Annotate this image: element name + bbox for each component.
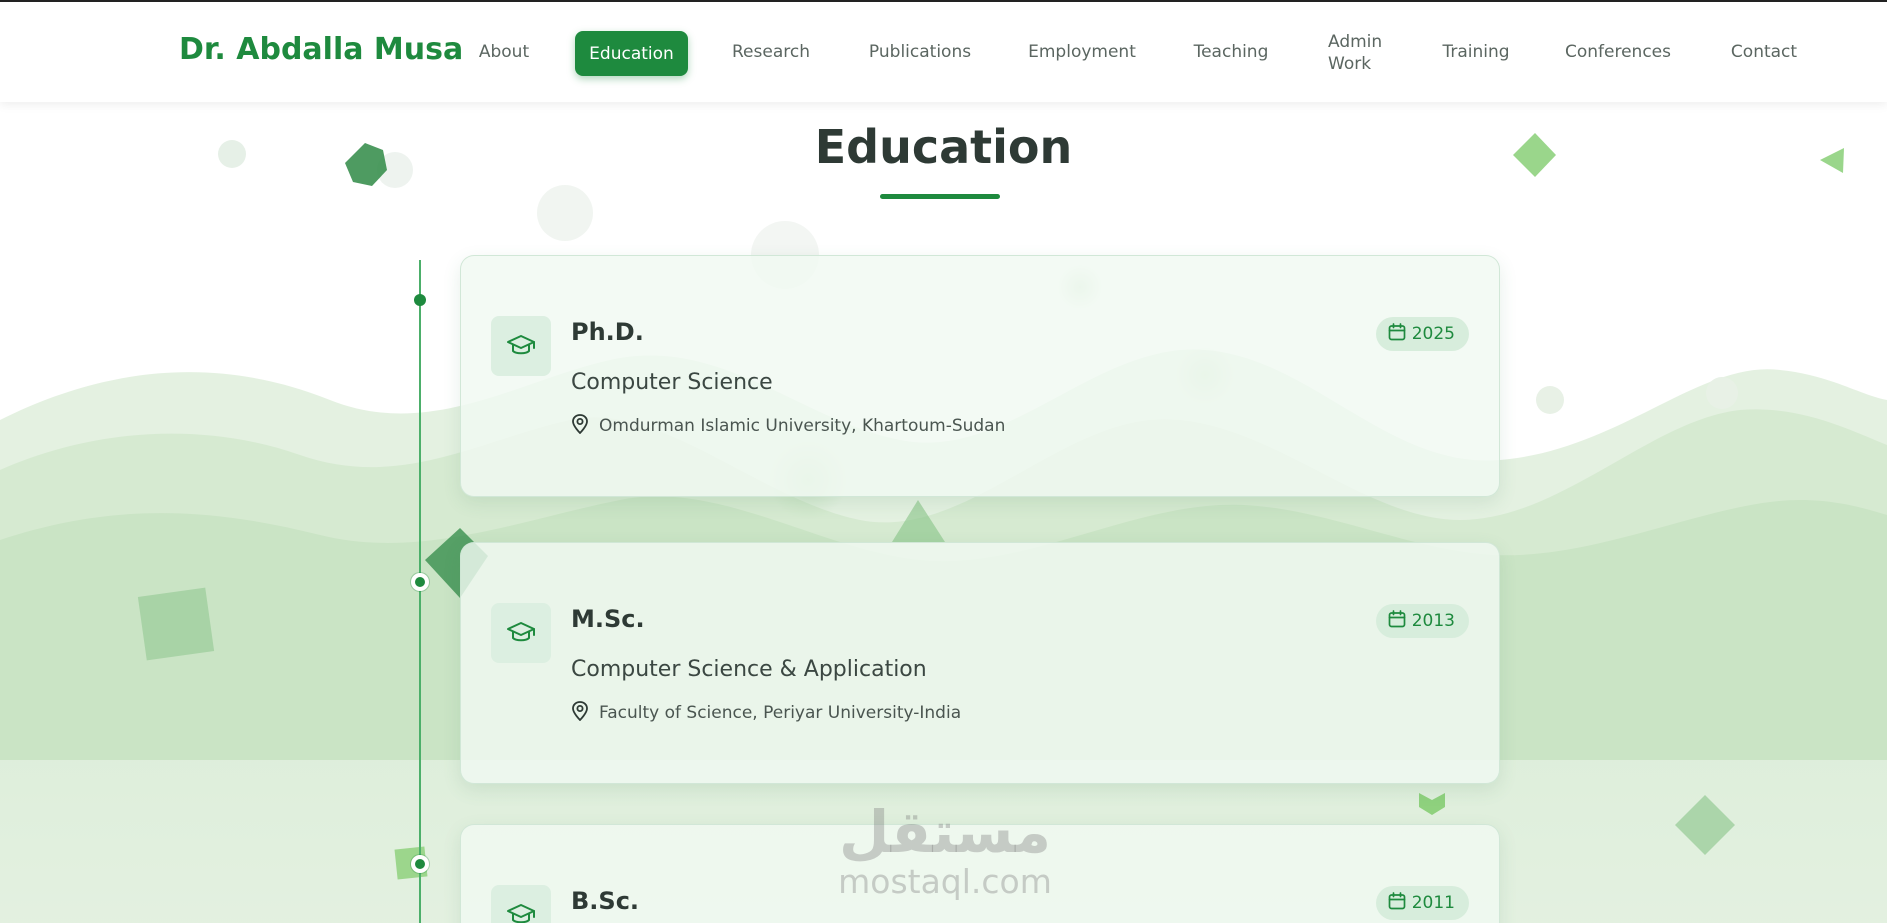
nav-training[interactable]: Training xyxy=(1436,29,1516,75)
nav-publications[interactable]: Publications xyxy=(858,29,982,75)
education-card-bsc: B.Sc. 2011 xyxy=(460,824,1500,923)
degree-title: Ph.D. xyxy=(571,318,644,346)
education-card-msc: M.Sc. Computer Science & Application Fac… xyxy=(460,542,1500,784)
nav-conferences[interactable]: Conferences xyxy=(1560,29,1676,75)
degree-field: Computer Science xyxy=(571,370,773,395)
year-badge: 2013 xyxy=(1375,604,1469,638)
timeline-line xyxy=(419,260,421,923)
institution-row: Omdurman Islamic University, Khartoum-Su… xyxy=(571,414,1005,438)
year-text: 2011 xyxy=(1411,893,1455,913)
institution-name: Faculty of Science, Periyar University-I… xyxy=(599,703,962,723)
site-header: Dr. Abdalla Musa About Education Researc… xyxy=(0,0,1887,102)
location-pin-icon xyxy=(571,414,589,438)
year-badge: 2025 xyxy=(1375,317,1469,351)
institution-name: Omdurman Islamic University, Khartoum-Su… xyxy=(599,416,1006,436)
page-title: Education xyxy=(814,120,1073,174)
year-badge: 2011 xyxy=(1375,886,1469,920)
year-text: 2025 xyxy=(1411,324,1455,344)
degree-title: M.Sc. xyxy=(571,605,645,633)
degree-field: Computer Science & Application xyxy=(571,657,927,682)
graduation-cap-icon xyxy=(491,316,551,376)
graduation-cap-icon xyxy=(491,603,551,663)
graduation-cap-icon xyxy=(491,885,551,923)
degree-title: B.Sc. xyxy=(571,887,640,915)
nav-about[interactable]: About xyxy=(466,29,542,75)
year-text: 2013 xyxy=(1411,611,1455,631)
title-underline xyxy=(880,194,1000,199)
timeline-dot xyxy=(414,294,426,306)
nav-contact[interactable]: Contact xyxy=(1728,29,1800,75)
timeline-dot xyxy=(411,855,429,873)
calendar-icon xyxy=(1388,610,1406,632)
site-brand[interactable]: Dr. Abdalla Musa xyxy=(179,32,463,67)
education-card-phd: Ph.D. Computer Science Omdurman Islamic … xyxy=(460,255,1500,497)
nav-education[interactable]: Education xyxy=(575,31,688,76)
calendar-icon xyxy=(1388,323,1406,345)
institution-row: Faculty of Science, Periyar University-I… xyxy=(571,701,961,725)
calendar-icon xyxy=(1388,892,1406,914)
location-pin-icon xyxy=(571,701,589,725)
nav-employment[interactable]: Employment xyxy=(1022,29,1142,75)
nav-research[interactable]: Research xyxy=(720,29,822,75)
nav-admin-work[interactable]: Admin Work xyxy=(1328,27,1388,79)
timeline-dot xyxy=(411,573,429,591)
nav-teaching[interactable]: Teaching xyxy=(1188,29,1274,75)
